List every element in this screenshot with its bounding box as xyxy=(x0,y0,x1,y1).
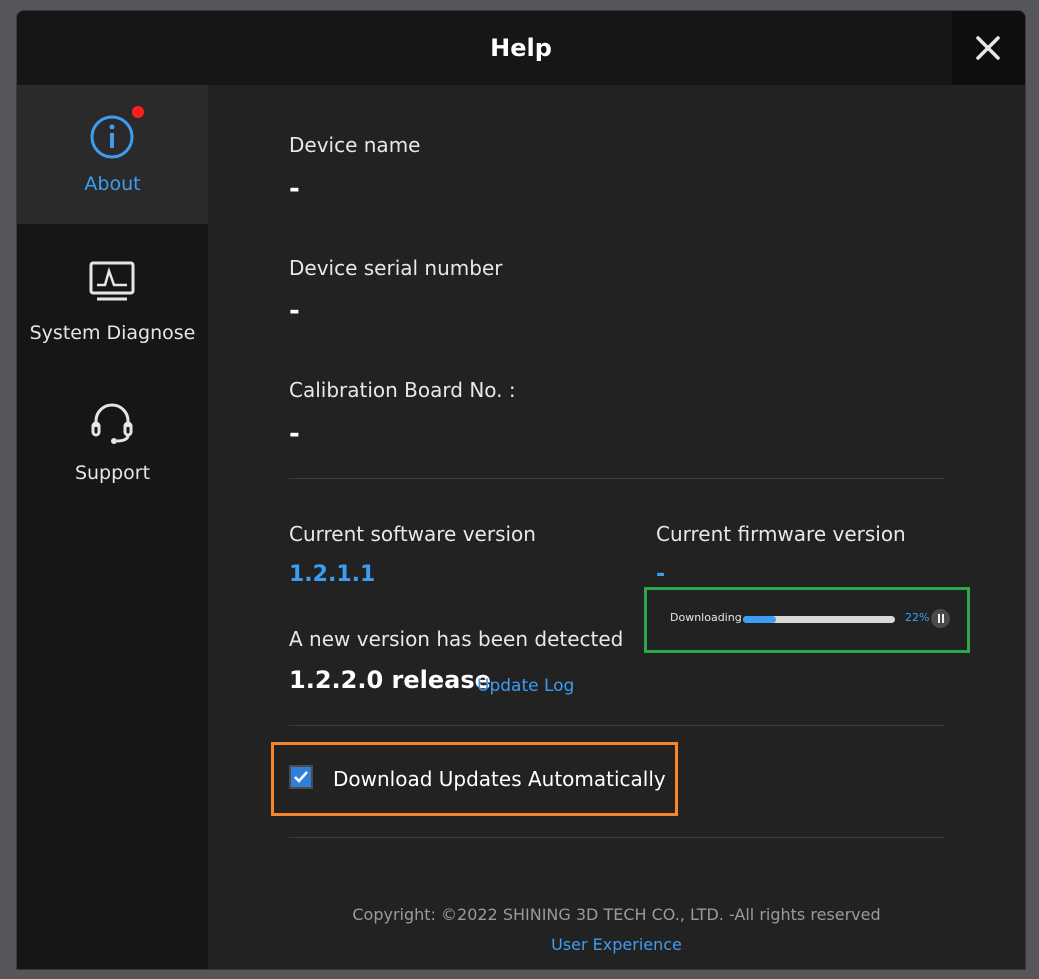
help-dialog: Help About System Diagnose Support Devic… xyxy=(16,10,1026,970)
software-version-value: 1.2.1.1 xyxy=(289,562,376,587)
sidebar-item-system-diagnose[interactable]: System Diagnose xyxy=(17,235,208,374)
notification-dot xyxy=(132,106,144,118)
download-progress-bar xyxy=(743,616,895,623)
download-progress-fill xyxy=(743,616,777,623)
firmware-version-value: - xyxy=(656,562,666,587)
auto-download-option: Download Updates Automatically xyxy=(271,742,678,816)
sidebar-item-support[interactable]: Support xyxy=(17,375,208,514)
pause-icon[interactable] xyxy=(931,609,950,628)
sidebar-item-label: Support xyxy=(74,462,151,484)
sidebar-item-about[interactable]: About xyxy=(17,85,208,224)
monitor-waveform-icon xyxy=(89,261,135,301)
info-icon xyxy=(90,115,134,159)
calibration-board-value: - xyxy=(289,419,300,449)
update-log-link[interactable]: Update Log xyxy=(477,676,574,696)
device-serial-label: Device serial number xyxy=(289,256,503,280)
divider xyxy=(289,725,945,726)
sidebar-item-label: System Diagnose xyxy=(29,322,196,344)
divider xyxy=(289,478,945,479)
sidebar: About System Diagnose Support xyxy=(17,85,208,969)
new-version-value: 1.2.2.0 release xyxy=(289,666,491,694)
divider xyxy=(289,837,945,838)
firmware-version-label: Current firmware version xyxy=(656,522,906,546)
close-button[interactable] xyxy=(952,11,1025,85)
auto-download-checkbox[interactable] xyxy=(289,765,313,789)
headset-icon xyxy=(91,403,133,444)
auto-download-label: Download Updates Automatically xyxy=(333,767,666,791)
device-name-value: - xyxy=(289,174,300,204)
close-icon xyxy=(976,36,1000,60)
user-experience-link[interactable]: User Experience xyxy=(208,935,1025,954)
device-serial-value: - xyxy=(289,296,300,326)
new-version-label: A new version has been detected xyxy=(289,627,624,651)
checkmark-icon xyxy=(294,771,308,783)
software-version-label: Current software version xyxy=(289,522,536,546)
title-bar: Help xyxy=(17,11,1025,85)
download-progress-panel: Downloading 22% xyxy=(644,587,970,653)
copyright-text: Copyright: ©2022 SHINING 3D TECH CO., LT… xyxy=(352,905,881,924)
calibration-board-label: Calibration Board No. : xyxy=(289,378,516,402)
device-name-label: Device name xyxy=(289,133,421,157)
about-panel: Device name - Device serial number - Cal… xyxy=(208,85,1025,969)
sidebar-item-label: About xyxy=(84,173,141,195)
download-progress-percent: 22% xyxy=(905,611,930,624)
dialog-title: Help xyxy=(490,34,552,62)
downloading-label: Downloading xyxy=(670,611,742,624)
